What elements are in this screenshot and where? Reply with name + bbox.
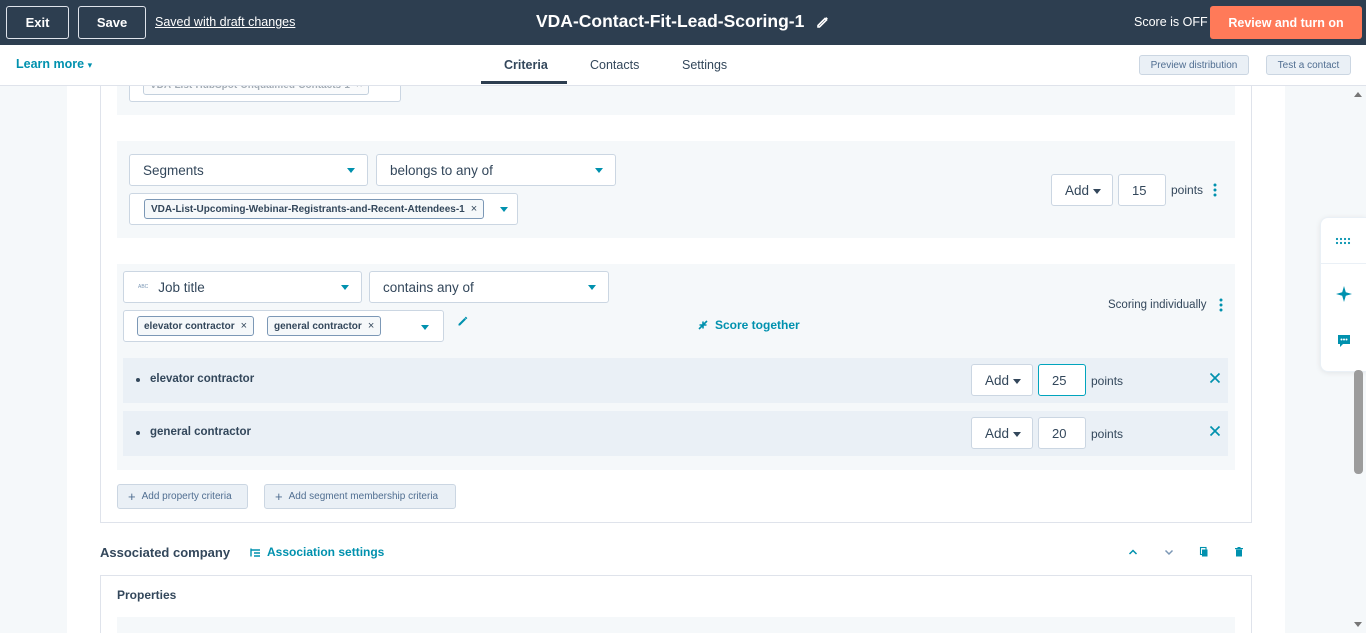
merge-icon [698, 320, 708, 330]
preview-distribution-button-fg[interactable]: Preview distribution [1139, 55, 1249, 75]
close-icon[interactable] [1208, 371, 1222, 385]
job-title-tag: general contractor × [267, 316, 382, 336]
association-settings-label: Association settings [267, 545, 385, 559]
scoring-mode-label: Scoring individually [1108, 299, 1207, 311]
scroll-up-icon[interactable] [1354, 92, 1362, 97]
add-label: Add [985, 372, 1010, 388]
kebab-menu-icon[interactable] [1219, 298, 1223, 312]
operator-select-label: contains any of [383, 279, 474, 295]
criteria-group-company [117, 617, 1235, 633]
segment-tag: VDA-List-Upcoming-Webinar-Registrants-an… [144, 199, 485, 219]
subnav-foreground: Learn more ▾ Criteria Contacts Settings … [0, 45, 1366, 86]
top-bar: Exit Save Saved with draft changes VDA-C… [0, 0, 1366, 45]
points-label: points [1171, 183, 1204, 197]
segment-tag-box[interactable]: VDA-List-Upcoming-Webinar-Registrants-an… [129, 193, 518, 225]
title-group: VDA-Contact-Fit-Lead-Scoring-1 [536, 11, 830, 32]
chevron-up-icon[interactable] [1127, 546, 1139, 558]
learn-more-label-fg: Learn more [16, 57, 85, 71]
test-contact-button-fg[interactable]: Test a contact [1266, 55, 1351, 75]
job-title-tag-box[interactable]: elevator contractor × general contractor × [123, 310, 444, 342]
operator-select-label: belongs to any of [390, 162, 493, 178]
learn-more-dropdown-fg[interactable]: Learn more ▾ [16, 57, 92, 71]
add-property-criteria-button[interactable]: + Add property criteria [117, 484, 248, 509]
caret-down-icon[interactable] [500, 207, 508, 212]
page-title: VDA-Contact-Fit-Lead-Scoring-1 [536, 11, 805, 31]
chat-icon[interactable] [1335, 332, 1353, 350]
save-button[interactable]: Save [78, 6, 146, 39]
chevron-down-icon[interactable] [1163, 546, 1175, 558]
close-icon[interactable]: × [368, 320, 374, 332]
add-points-dropdown[interactable]: Add [971, 364, 1033, 396]
chevron-down-icon: ▾ [87, 60, 93, 70]
points-label: points [1091, 374, 1124, 388]
close-icon[interactable] [1208, 424, 1222, 438]
property-select-job-title[interactable]: ABC Job title [123, 271, 362, 303]
score-status: Score is OFF [1134, 15, 1208, 29]
caret-down-icon [347, 168, 355, 173]
tab-contacts-fg[interactable]: Contacts [590, 58, 639, 72]
kebab-menu-icon[interactable] [1213, 183, 1217, 197]
property-select-label: Segments [143, 162, 204, 178]
close-icon[interactable]: × [471, 203, 477, 215]
close-icon[interactable]: × [241, 320, 247, 332]
draft-status-link[interactable]: Saved with draft changes [155, 15, 295, 29]
points-input-segments[interactable]: 15 [1118, 174, 1166, 206]
points-input[interactable]: 25 [1038, 364, 1086, 396]
add-points-dropdown-segments[interactable]: Add [1051, 174, 1113, 206]
caret-down-icon [588, 285, 596, 290]
points-label: points [1091, 427, 1124, 441]
operator-select-segments[interactable]: belongs to any of [376, 154, 616, 186]
exit-button[interactable]: Exit [6, 6, 69, 39]
tab-settings-fg[interactable]: Settings [682, 58, 727, 72]
score-together-link[interactable]: Score together [697, 318, 800, 332]
add-segment-criteria-button[interactable]: + Add segment membership criteria [264, 484, 456, 509]
caret-down-icon [595, 168, 603, 173]
review-and-turn-on-button[interactable]: Review and turn on [1210, 6, 1362, 39]
list-item-label: general contractor [150, 426, 251, 438]
plus-icon: + [275, 489, 283, 504]
caret-down-icon [1093, 189, 1101, 194]
segment-tag-label: VDA-List-Upcoming-Webinar-Registrants-an… [151, 203, 465, 215]
copy-icon[interactable] [1198, 546, 1210, 558]
add-points-dropdown[interactable]: Add [971, 417, 1033, 449]
properties-heading: Properties [117, 588, 177, 602]
pencil-icon[interactable] [816, 15, 830, 29]
association-settings-link[interactable]: Association settings [250, 545, 384, 559]
add-label: Add [985, 425, 1010, 441]
caret-down-icon [1013, 379, 1021, 384]
add-label: Add [1065, 182, 1090, 198]
operator-select-job-title[interactable]: contains any of [369, 271, 609, 303]
scrollbar-thumb[interactable] [1354, 370, 1363, 474]
job-title-tag-label: general contractor [274, 320, 362, 332]
caret-down-icon [341, 285, 349, 290]
add-segment-criteria-label: Add segment membership criteria [288, 491, 439, 502]
job-title-tag-label: elevator contractor [144, 320, 235, 332]
score-together-label: Score together [715, 318, 800, 332]
association-icon [250, 548, 260, 557]
add-property-criteria-label: Add property criteria [141, 491, 232, 502]
points-input[interactable]: 20 [1038, 417, 1086, 449]
tab-criteria-fg[interactable]: Criteria [504, 58, 548, 72]
scrollbar[interactable] [1352, 86, 1366, 633]
property-select-label: Job title [158, 279, 205, 295]
list-item-label: elevator contractor [150, 373, 255, 385]
sparkle-icon[interactable] [1335, 285, 1353, 303]
bullet-icon [136, 431, 140, 435]
text-field-icon: ABC [138, 284, 149, 290]
grid-dots-icon[interactable] [1335, 232, 1353, 250]
property-select-segments[interactable]: Segments [129, 154, 368, 186]
caret-down-icon[interactable] [421, 325, 429, 330]
job-title-tag: elevator contractor × [137, 316, 255, 336]
bullet-icon [136, 378, 140, 382]
pencil-icon[interactable] [457, 315, 469, 327]
section-title-associated-company: Associated company [100, 545, 231, 560]
scroll-down-icon[interactable] [1354, 622, 1362, 627]
plus-icon: + [128, 489, 136, 504]
active-tab-indicator-fg [481, 81, 567, 84]
caret-down-icon [1013, 432, 1021, 437]
trash-icon[interactable] [1233, 546, 1245, 558]
